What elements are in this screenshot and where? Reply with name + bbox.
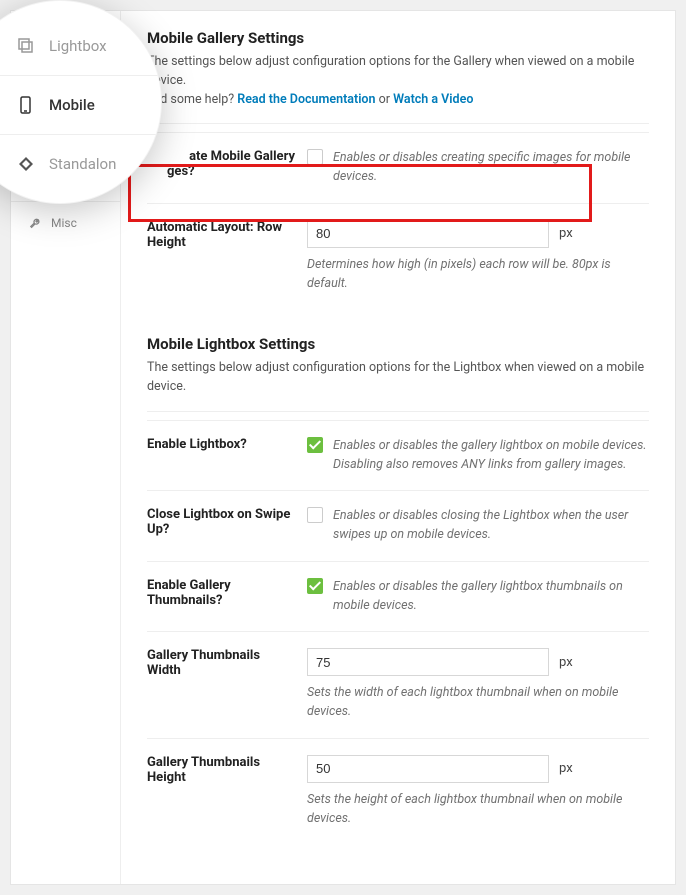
thumb-width-unit: px bbox=[559, 655, 573, 670]
enable-lightbox-desc: Enables or disables the gallery lightbox… bbox=[333, 437, 649, 475]
thumb-width-desc: Sets the width of each lightbox thumbnai… bbox=[307, 684, 649, 722]
row-height-input[interactable] bbox=[307, 220, 549, 248]
enable-thumbnails-desc: Enables or disables the gallery lightbox… bbox=[333, 578, 649, 616]
create-mobile-images-desc: Enables or disables creating specific im… bbox=[333, 149, 649, 187]
thumb-width-input[interactable] bbox=[307, 648, 549, 676]
enable-thumbnails-checkbox[interactable] bbox=[307, 578, 323, 594]
section-title-lightbox: Mobile Lightbox Settings bbox=[147, 335, 649, 353]
setting-label-thumb-width: Gallery Thumbnails Width bbox=[147, 632, 307, 739]
main-content: Mobile Gallery Settings The settings bel… bbox=[121, 11, 675, 884]
magnifier-item-mobile[interactable]: Mobile bbox=[0, 76, 161, 135]
create-mobile-images-checkbox[interactable] bbox=[307, 149, 323, 165]
thumb-height-desc: Sets the height of each lightbox thumbna… bbox=[307, 791, 649, 829]
gallery-settings-table: ate Mobile Gallery ges? Enables or disab… bbox=[147, 132, 649, 309]
thumb-height-input[interactable] bbox=[307, 755, 549, 783]
magnifier-item-label: Lightbox bbox=[49, 37, 107, 55]
section-intro-gallery: The settings below adjust configuration … bbox=[147, 53, 649, 109]
row-height-desc: Determines how high (in pixels) each row… bbox=[307, 256, 649, 294]
close-swipe-desc: Enables or disables closing the Lightbox… bbox=[333, 507, 649, 545]
mobile-icon bbox=[17, 96, 35, 114]
sidebar-item-label: Misc bbox=[51, 216, 77, 230]
enable-lightbox-checkbox[interactable] bbox=[307, 437, 323, 453]
section-title-gallery: Mobile Gallery Settings bbox=[147, 29, 649, 47]
read-documentation-link[interactable]: Read the Documentation bbox=[237, 92, 375, 107]
diamond-icon bbox=[17, 155, 35, 173]
watch-video-link[interactable]: Watch a Video bbox=[393, 92, 473, 107]
setting-label-enable-lightbox: Enable Lightbox? bbox=[147, 420, 307, 491]
wrench-icon bbox=[29, 216, 43, 230]
setting-label-create-mobile-images: ate Mobile Gallery ges? bbox=[147, 133, 307, 204]
lightbox-icon bbox=[17, 37, 35, 55]
lightbox-settings-table: Enable Lightbox? Enables or disables the… bbox=[147, 420, 649, 845]
magnifier-item-label: Standalon bbox=[49, 155, 116, 173]
setting-label-row-height: Automatic Layout: Row Height bbox=[147, 203, 307, 309]
magnifier-item-label: Mobile bbox=[49, 96, 95, 114]
sidebar-item-misc[interactable]: Misc bbox=[11, 202, 120, 244]
setting-label-close-swipe: Close Lightbox on Swipe Up? bbox=[147, 491, 307, 562]
thumb-height-unit: px bbox=[559, 761, 573, 776]
section-intro-lightbox: The settings below adjust configuration … bbox=[147, 359, 649, 397]
close-swipe-checkbox[interactable] bbox=[307, 507, 323, 523]
setting-label-thumb-height: Gallery Thumbnails Height bbox=[147, 738, 307, 844]
row-height-unit: px bbox=[559, 226, 573, 241]
setting-label-enable-thumbnails: Enable Gallery Thumbnails? bbox=[147, 561, 307, 632]
